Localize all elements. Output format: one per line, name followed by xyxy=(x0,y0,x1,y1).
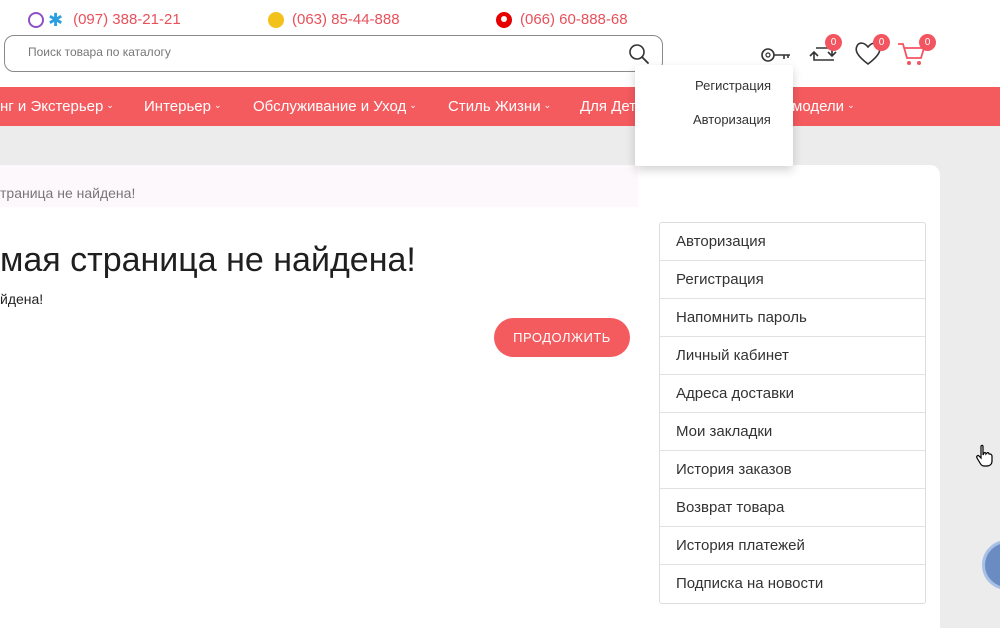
dropdown-item-register[interactable]: Регистрация xyxy=(695,78,771,93)
chevron-down-icon: ⌄ xyxy=(409,100,417,110)
page-title: мая страница не найдена! xyxy=(0,241,416,279)
continue-button[interactable]: ПРОДОЛЖИТЬ xyxy=(494,318,630,357)
account-menu-item[interactable]: История платежей xyxy=(660,527,925,565)
nav-item-service-care[interactable]: Обслуживание и Уход ⌄ xyxy=(253,98,417,115)
search-input[interactable] xyxy=(28,45,588,59)
phone-vodafone[interactable]: (066) 60-888-68 xyxy=(496,11,628,28)
hand-cursor-icon xyxy=(976,444,993,467)
phone-lifecell[interactable]: (063) 85-44-888 xyxy=(268,11,400,28)
site-header: ✱ (097) 388-21-21 (063) 85-44-888 (066) … xyxy=(0,0,1000,87)
chevron-down-icon: ⌄ xyxy=(106,100,114,110)
nav-item-kids[interactable]: Для Дет xyxy=(580,98,636,115)
account-menu-item[interactable]: Напомнить пароль xyxy=(660,299,925,337)
account-menu: Авторизация Регистрация Напомнить пароль… xyxy=(659,222,926,604)
page-text: йдена! xyxy=(0,291,44,307)
wishlist-button[interactable]: 0 xyxy=(852,34,890,68)
compare-count-badge: 0 xyxy=(825,34,842,51)
chat-widget-button[interactable] xyxy=(982,540,1000,590)
nav-item-models[interactable]: модели ⌄ xyxy=(792,98,855,115)
lifecell-icon xyxy=(268,11,284,28)
phone-kyivstar[interactable]: ✱ (097) 388-21-21 xyxy=(28,9,181,30)
kyivstar-icon: ✱ xyxy=(48,9,64,30)
viber-icon xyxy=(28,11,44,28)
search-icon[interactable] xyxy=(628,43,650,65)
account-dropdown: Регистрация Авторизация xyxy=(635,65,793,166)
search-box xyxy=(4,35,663,72)
account-menu-item[interactable]: История заказов xyxy=(660,451,925,489)
dropdown-item-login[interactable]: Авторизация xyxy=(693,112,771,127)
chevron-down-icon: ⌄ xyxy=(847,100,855,110)
chevron-down-icon: ⌄ xyxy=(543,100,552,110)
account-menu-item[interactable]: Авторизация xyxy=(660,223,925,261)
nav-item-exterior[interactable]: нг и Экстерьер ⌄ xyxy=(0,98,114,115)
nav-item-lifestyle[interactable]: Стиль Жизни ⌄ xyxy=(448,98,551,115)
account-menu-item[interactable]: Мои закладки xyxy=(660,413,925,451)
vodafone-icon xyxy=(496,11,512,28)
cart-button[interactable]: 0 xyxy=(896,34,936,68)
cart-count-badge: 0 xyxy=(919,34,936,51)
account-menu-item[interactable]: Адреса доставки xyxy=(660,375,925,413)
account-menu-item[interactable]: Подписка на новости xyxy=(660,565,925,603)
nav-item-interior[interactable]: Интерьер ⌄ xyxy=(144,98,222,115)
main-nav: нг и Экстерьер ⌄ Интерьер ⌄ Обслуживание и… xyxy=(0,87,1000,126)
account-menu-item[interactable]: Личный кабинет xyxy=(660,337,925,375)
phone-number: (066) 60-888-68 xyxy=(520,11,628,28)
breadcrumb: траница не найдена! xyxy=(0,165,638,207)
main-content: траница не найдена! мая страница не найд… xyxy=(0,165,940,628)
phone-number: (097) 388-21-21 xyxy=(73,11,181,28)
phone-number: (063) 85-44-888 xyxy=(292,11,400,28)
account-menu-item[interactable]: Возврат товара xyxy=(660,489,925,527)
breadcrumb-current[interactable]: траница не найдена! xyxy=(0,185,135,201)
account-menu-item[interactable]: Регистрация xyxy=(660,261,925,299)
chevron-down-icon: ⌄ xyxy=(213,100,222,110)
wishlist-count-badge: 0 xyxy=(873,34,890,51)
compare-button[interactable]: 0 xyxy=(808,34,842,68)
